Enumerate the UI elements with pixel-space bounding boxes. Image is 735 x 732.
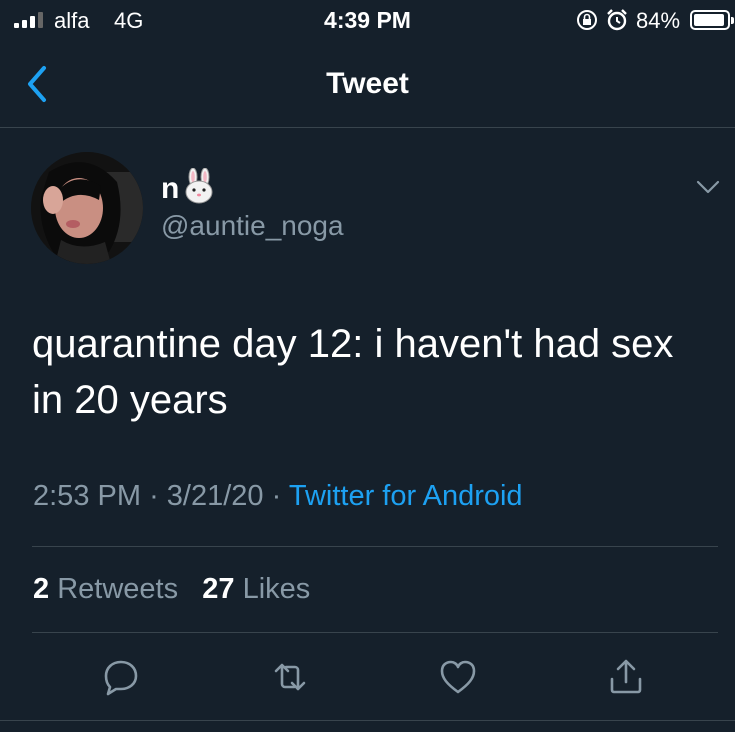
user-handle[interactable]: @auntie_noga <box>161 210 344 242</box>
likes-stat[interactable]: 27 Likes <box>202 573 310 605</box>
likes-count: 27 <box>202 573 235 605</box>
tweet-text: quarantine day 12: i haven't had sex in … <box>32 322 674 422</box>
share-icon[interactable] <box>606 657 646 697</box>
battery-icon <box>690 10 734 30</box>
battery-fill <box>694 14 724 26</box>
alarm-icon <box>607 9 627 31</box>
display-name[interactable]: n <box>161 172 179 206</box>
orientation-lock-icon <box>577 10 597 30</box>
tweet-meta: 2:53 PM · 3/21/20 · Twitter for Android <box>33 480 523 513</box>
divider <box>32 546 718 547</box>
nav-bar: Tweet <box>0 40 735 128</box>
retweets-stat[interactable]: 2 Retweets <box>33 573 178 605</box>
bottom-divider <box>0 720 735 721</box>
retweets-count: 2 <box>33 573 50 605</box>
battery-percentage: 84% <box>636 8 681 33</box>
bunny-icon <box>185 168 213 204</box>
retweets-label: Retweets <box>57 573 179 605</box>
meta-separator: · <box>149 480 159 512</box>
divider <box>32 632 718 633</box>
like-icon[interactable] <box>438 657 478 697</box>
retweet-icon[interactable] <box>270 657 310 697</box>
tweet-source-link[interactable]: Twitter for Android <box>289 480 523 512</box>
page-title: Tweet <box>326 67 409 100</box>
likes-label: Likes <box>242 573 311 605</box>
tweet-stats: 2 Retweets 27 Likes <box>33 573 310 606</box>
avatar[interactable] <box>31 152 143 264</box>
tweet-time: 2:53 PM <box>33 480 141 512</box>
status-bar: alfa 4G 4:39 PM 84% <box>0 0 735 40</box>
reply-icon[interactable] <box>101 657 141 697</box>
tweet-date: 3/21/20 <box>166 480 264 512</box>
meta-separator: · <box>271 480 282 512</box>
chevron-down-icon[interactable] <box>695 178 721 196</box>
